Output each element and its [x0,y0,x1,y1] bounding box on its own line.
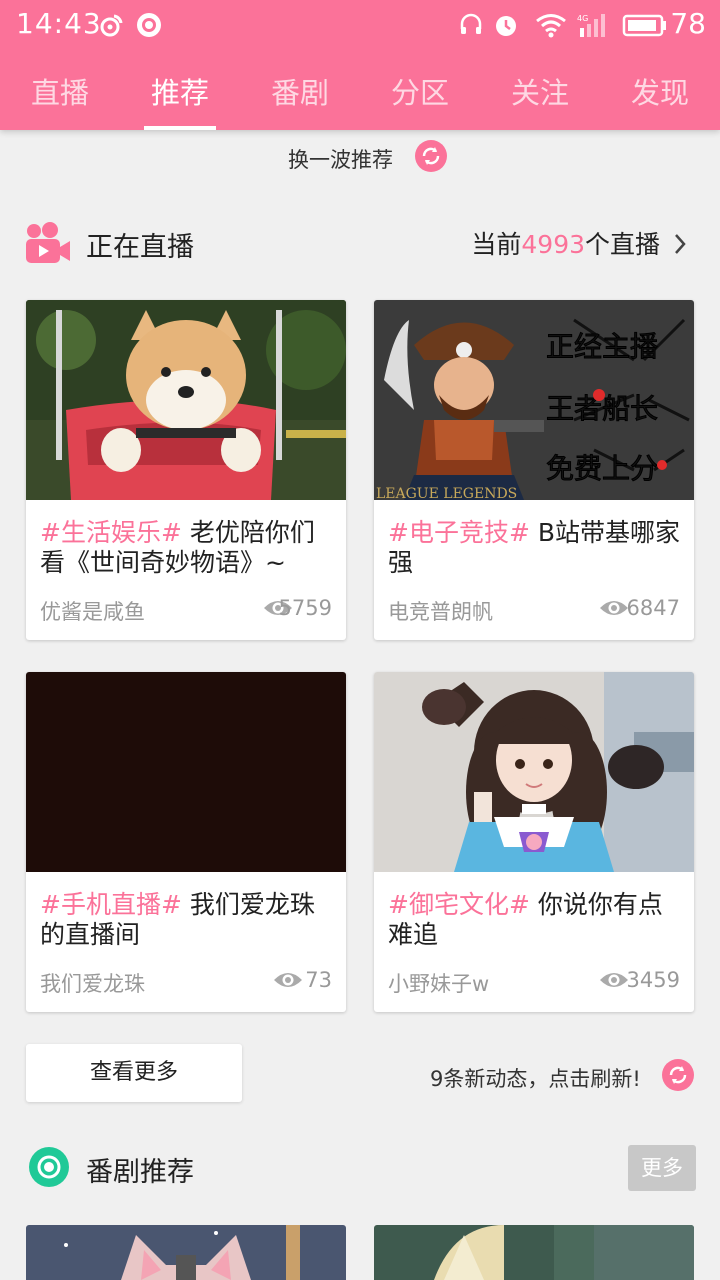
bangumi-more-button[interactable]: 更多 [628,1145,696,1191]
headphone-icon [460,13,482,34]
live-count-number: 4993 [521,230,586,259]
bangumi-section-title: 番剧推荐 [86,1157,194,1188]
live-card[interactable]: #御宅文化# 你说你有点难追 小野妹子w 3459 [374,672,694,1012]
battery-level: 78 [670,7,706,40]
active-tab-indicator [144,126,216,130]
see-more-live-button[interactable]: 查看更多 [26,1044,242,1102]
bangumi-card[interactable] [374,1225,694,1280]
wifi-icon [536,14,566,38]
live-card[interactable]: LEAGUE LEGENDS 正经主播 王者船长 免费上分 #电子竞技# B站带… [374,300,694,640]
top-bar: 14:43 4G 78 直播 推荐 番剧 分区 关注 发现 [0,0,720,130]
status-time: 14:43 [16,7,102,40]
app-notification-icon [137,13,161,37]
alarm-icon [496,16,516,36]
live-card-view-count: 6847 [626,596,680,620]
live-section-title: 正在直播 [86,232,194,263]
refresh-icon [422,147,440,165]
live-card-streamer: 优酱是咸鱼 [40,600,145,624]
live-card-tag: #手机直播# [40,890,182,919]
live-card-title: #电子竞技# B站带基哪家强 [388,518,684,578]
refresh-icon [669,1066,687,1084]
battery-icon [622,14,666,37]
live-count-suffix: 个直播 [585,230,661,259]
bangumi-thumbnail-anime [374,1225,694,1280]
bangumi-thumbnail-cat [26,1225,346,1280]
live-card-view-count: 5759 [278,596,332,620]
bangumi-icon [29,1147,69,1187]
bangumi-card[interactable] [26,1225,346,1280]
live-card-streamer: 电竞普朗帆 [388,600,493,624]
thumb-game-logo: LEAGUE LEGENDS [376,486,517,500]
live-count-link[interactable]: 当前4993个直播 [471,225,688,261]
live-thumbnail-cosplay [374,672,694,872]
refresh-updates-button[interactable] [662,1059,694,1091]
live-count-prefix: 当前 [471,230,522,259]
tab-following[interactable]: 关注 [480,70,600,112]
live-card-tag: #生活娱乐# [40,518,182,547]
tab-recommend[interactable]: 推荐 [120,70,240,112]
live-thumbnail-pirate: LEAGUE LEGENDS 正经主播 王者船长 免费上分 [374,300,694,500]
video-camera-icon [26,222,70,263]
live-card[interactable]: #生活娱乐# 老优陪你们看《世间奇妙物语》~ 优酱是咸鱼 5759 [26,300,346,640]
chevron-right-icon [675,234,686,254]
cellular-signal-icon: 4G [577,14,605,37]
tab-bangumi[interactable]: 番剧 [240,70,360,112]
refresh-recommend-button[interactable] [415,140,447,172]
live-card-view-count: 3459 [626,968,680,992]
eye-icon [274,973,302,987]
live-card[interactable]: #手机直播# 我们爱龙珠的直播间 我们爱龙珠 73 [26,672,346,1012]
live-card-view-count: 73 [305,968,332,992]
new-updates-label[interactable]: 9条新动态，点击刷新! [430,1063,641,1093]
tab-discover[interactable]: 发现 [600,70,720,112]
thumb-text-line-1: 正经主播 [546,330,658,363]
bangumi-section-header: 番剧推荐 [0,1138,720,1198]
signal-label: 4G [577,14,588,23]
eye-icon [600,601,628,615]
live-card-streamer: 小野妹子w [388,972,490,996]
tab-live[interactable]: 直播 [0,70,120,112]
live-card-tag: #电子竞技# [388,518,530,547]
status-bar: 14:43 4G 78 [0,0,720,50]
live-card-tag: #御宅文化# [388,890,530,919]
refresh-recommend-row[interactable]: 换一波推荐 [0,138,720,178]
live-thumbnail-shiba [26,300,346,500]
live-card-title: #手机直播# 我们爱龙珠的直播间 [40,890,336,950]
live-card-title: #御宅文化# 你说你有点难追 [388,890,684,950]
live-card-title: #生活娱乐# 老优陪你们看《世间奇妙物语》~ [40,518,336,578]
refresh-recommend-label: 换一波推荐 [288,148,393,172]
thumb-text-line-3: 免费上分 [546,452,658,485]
weibo-notification-icon [100,14,123,37]
tab-categories[interactable]: 分区 [360,70,480,112]
top-tabs: 直播 推荐 番剧 分区 关注 发现 [0,62,720,130]
eye-icon [600,973,628,987]
live-thumbnail-dark [26,672,346,872]
live-card-streamer: 我们爱龙珠 [40,972,145,996]
